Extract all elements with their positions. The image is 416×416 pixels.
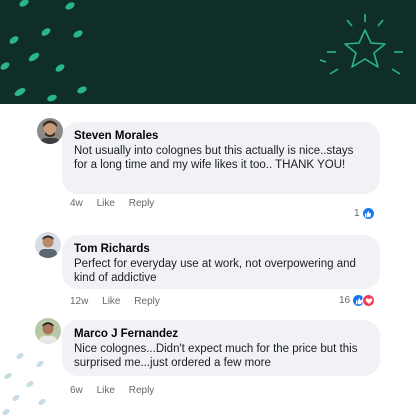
comment-text: Perfect for everyday use at work, not ov… xyxy=(74,258,356,284)
reaction-count: 1 xyxy=(354,208,360,219)
avatar[interactable] xyxy=(37,118,63,144)
like-button[interactable]: Like xyxy=(97,385,115,396)
comment-time[interactable]: 6w xyxy=(70,385,83,396)
like-icon xyxy=(361,207,375,220)
like-button[interactable]: Like xyxy=(102,296,120,307)
header-banner xyxy=(0,0,416,104)
reply-button[interactable]: Reply xyxy=(134,296,160,307)
comment-text: Nice colognes...Didn't expect much for t… xyxy=(74,343,358,369)
reaction-summary[interactable]: 1 xyxy=(354,207,375,220)
like-button[interactable]: Like xyxy=(97,198,115,209)
comment-bubble: Steven Morales Not usually into colognes… xyxy=(62,122,380,194)
comment-bubble: Tom Richards Perfect for everyday use at… xyxy=(62,235,380,289)
star-icon xyxy=(319,14,403,75)
reply-button[interactable]: Reply xyxy=(129,385,155,396)
comment-actions: 4w Like Reply xyxy=(70,198,165,209)
comment-time[interactable]: 12w xyxy=(70,296,88,307)
banner-decoration xyxy=(0,0,403,102)
love-icon xyxy=(362,294,376,307)
comment-time[interactable]: 4w xyxy=(70,198,83,209)
commenter-name[interactable]: Steven Morales xyxy=(74,129,368,143)
commenter-name[interactable]: Tom Richards xyxy=(74,242,368,256)
avatar[interactable] xyxy=(35,232,61,258)
reaction-summary[interactable]: 16 xyxy=(339,294,376,307)
comment-text: Not usually into colognes but this actua… xyxy=(74,145,354,171)
comment-actions: 6w Like Reply xyxy=(70,385,165,396)
decorative-dots xyxy=(2,352,46,416)
reaction-count: 16 xyxy=(339,295,351,306)
commenter-name[interactable]: Marco J Fernandez xyxy=(74,327,368,341)
reply-button[interactable]: Reply xyxy=(129,198,155,209)
comment-actions: 12w Like Reply xyxy=(70,296,171,307)
comment-bubble: Marco J Fernandez Nice colognes...Didn't… xyxy=(62,320,380,376)
avatar[interactable] xyxy=(35,318,61,344)
